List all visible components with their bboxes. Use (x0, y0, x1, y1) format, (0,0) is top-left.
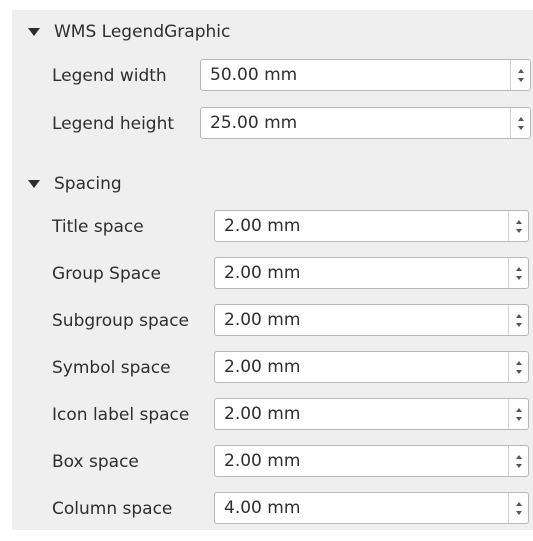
spacing-group-header[interactable]: Spacing (28, 174, 122, 194)
group-title: WMS LegendGraphic (54, 22, 231, 42)
spin-down-icon[interactable] (517, 125, 524, 130)
legend-width-row: Legend width 50.00 mm (52, 59, 531, 93)
symbol-space-spinbox[interactable]: 2.00 mm (214, 351, 529, 383)
group-space-value[interactable]: 2.00 mm (215, 263, 508, 283)
spin-up-icon[interactable] (517, 68, 524, 73)
spin-down-icon[interactable] (515, 228, 522, 233)
title-space-value[interactable]: 2.00 mm (215, 216, 508, 236)
spin-arrows[interactable] (508, 399, 528, 429)
spin-down-icon[interactable] (515, 463, 522, 468)
title-space-label: Title space (52, 217, 144, 237)
spin-up-icon[interactable] (515, 313, 522, 318)
column-space-value[interactable]: 4.00 mm (215, 498, 508, 518)
spin-down-icon[interactable] (515, 510, 522, 515)
spin-up-icon[interactable] (515, 266, 522, 271)
spin-down-icon[interactable] (515, 369, 522, 374)
spin-up-icon[interactable] (517, 116, 524, 121)
spin-up-icon[interactable] (515, 407, 522, 412)
box-space-spinbox[interactable]: 2.00 mm (214, 445, 529, 477)
group-space-spinbox[interactable]: 2.00 mm (214, 257, 529, 289)
legend-width-label: Legend width (52, 66, 167, 86)
spin-up-icon[interactable] (515, 360, 522, 365)
spin-arrows[interactable] (508, 211, 528, 241)
title-space-row: Title space 2.00 mm (52, 210, 529, 244)
collapse-arrow-icon[interactable] (28, 180, 40, 188)
icon-label-space-label: Icon label space (52, 405, 190, 425)
legend-height-row: Legend height 25.00 mm (52, 107, 531, 141)
spin-arrows[interactable] (510, 60, 530, 90)
subgroup-space-label: Subgroup space (52, 311, 190, 331)
spin-arrows[interactable] (508, 352, 528, 382)
symbol-space-label: Symbol space (52, 358, 171, 378)
subgroup-space-value[interactable]: 2.00 mm (215, 310, 508, 330)
spin-up-icon[interactable] (515, 454, 522, 459)
box-space-row: Box space 2.00 mm (52, 445, 529, 479)
spin-down-icon[interactable] (515, 416, 522, 421)
subgroup-space-spinbox[interactable]: 2.00 mm (214, 304, 529, 336)
legend-height-value[interactable]: 25.00 mm (201, 113, 510, 133)
spin-arrows[interactable] (508, 446, 528, 476)
group-space-label: Group Space (52, 264, 161, 284)
wms-legendgraphic-group-header[interactable]: WMS LegendGraphic (28, 22, 230, 42)
box-space-value[interactable]: 2.00 mm (215, 451, 508, 471)
group-space-row: Group Space 2.00 mm (52, 257, 529, 291)
column-space-spinbox[interactable]: 4.00 mm (214, 492, 529, 524)
spin-up-icon[interactable] (515, 219, 522, 224)
subgroup-space-row: Subgroup space 2.00 mm (52, 304, 529, 338)
box-space-label: Box space (52, 452, 139, 472)
spin-arrows[interactable] (510, 108, 530, 138)
column-space-row: Column space 4.00 mm (52, 492, 529, 526)
spin-down-icon[interactable] (517, 77, 524, 82)
legend-height-spinbox[interactable]: 25.00 mm (200, 107, 531, 139)
icon-label-space-value[interactable]: 2.00 mm (215, 404, 508, 424)
spin-arrows[interactable] (508, 493, 528, 523)
spin-arrows[interactable] (508, 305, 528, 335)
icon-label-space-spinbox[interactable]: 2.00 mm (214, 398, 529, 430)
spin-arrows[interactable] (508, 258, 528, 288)
collapse-arrow-icon[interactable] (28, 28, 40, 36)
legend-width-spinbox[interactable]: 50.00 mm (200, 59, 531, 91)
spin-down-icon[interactable] (515, 322, 522, 327)
spin-up-icon[interactable] (515, 501, 522, 506)
group-title: Spacing (54, 174, 122, 194)
legend-width-value[interactable]: 50.00 mm (201, 65, 510, 85)
legend-height-label: Legend height (52, 114, 175, 134)
symbol-space-row: Symbol space 2.00 mm (52, 351, 529, 385)
spin-down-icon[interactable] (515, 275, 522, 280)
symbol-space-value[interactable]: 2.00 mm (215, 357, 508, 377)
title-space-spinbox[interactable]: 2.00 mm (214, 210, 529, 242)
column-space-label: Column space (52, 499, 173, 519)
icon-label-space-row: Icon label space 2.00 mm (52, 398, 529, 432)
